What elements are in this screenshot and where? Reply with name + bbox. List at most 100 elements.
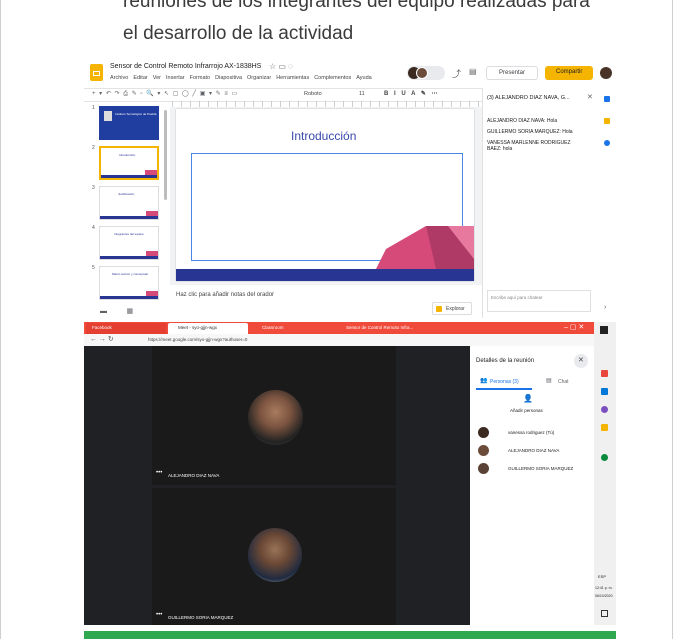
menu-herramientas[interactable]: Herramientas [276, 75, 309, 81]
notification-icon[interactable] [601, 610, 608, 617]
font-name-select[interactable]: Roboto [304, 91, 322, 97]
tab-classroom[interactable]: Classroom [252, 323, 332, 334]
taskbar-app-icon[interactable] [601, 454, 608, 461]
side-panel-icons: › [598, 88, 616, 318]
menu-diapositiva[interactable]: Diapositiva [215, 75, 242, 81]
taskbar-app-icon[interactable] [601, 424, 608, 431]
close-icon[interactable]: ✕ [587, 93, 593, 101]
account-avatar[interactable] [600, 67, 612, 79]
menu-formato[interactable]: Formato [190, 75, 210, 81]
slides-header: Sensor de Control Remoto Infrarrojo AX-1… [84, 60, 616, 88]
taskbar-app-icon[interactable] [601, 388, 608, 395]
grid-view-icon[interactable]: ▬ ▦ [100, 307, 133, 315]
document-paragraph: reuniones de los integrantes del equipo … [123, 0, 623, 50]
chat-message: ALEJANDRO DIAZ NAVA: Hola [487, 118, 558, 124]
tile-name: GUILLERMO SORIA MARQUEZ [168, 615, 234, 620]
font-size-field[interactable]: 11 [359, 91, 365, 97]
menu-ver[interactable]: Ver [153, 75, 161, 81]
text-format-icons[interactable]: B I U A ✎ ⋯ [384, 90, 440, 97]
participant-name: ALEJANDRO DIAZ NAVA [508, 448, 560, 453]
add-people-label[interactable]: Añadir personas [510, 408, 543, 413]
more-icon[interactable]: ••• [156, 612, 162, 618]
filmstrip-scrollbar[interactable] [164, 110, 167, 200]
participant-name: vanessa rodriguez (Tú) [508, 430, 555, 435]
video-tile-2: ••• GUILLERMO SORIA MARQUEZ [84, 488, 467, 625]
avatar [416, 67, 428, 79]
page-border-right [672, 0, 673, 639]
thumb-number: 2 [92, 145, 95, 151]
collaborator-avatars[interactable] [407, 66, 445, 80]
presentation-title[interactable]: Sensor de Control Remoto Infrarrojo AX-1… [110, 63, 261, 70]
chat-message: GUILLERMO SORIA MARQUEZ: Hola [487, 129, 573, 135]
calendar-icon[interactable] [604, 96, 610, 102]
present-label: Presentar [499, 70, 526, 76]
menu-organizar[interactable]: Organizar [247, 75, 271, 81]
chevron-right-icon[interactable]: › [604, 304, 606, 311]
avatar [478, 445, 489, 456]
menu-insertar[interactable]: Insertar [166, 75, 185, 81]
participant-row[interactable]: ALEJANDRO DIAZ NAVA [474, 444, 590, 458]
thumb-number: 3 [92, 185, 95, 191]
slides-screenshot: Sensor de Control Remoto Infrarrojo AX-1… [84, 60, 616, 318]
tab-chat[interactable]: ▤ Chat [536, 376, 588, 388]
menu-ayuda[interactable]: Ayuda [356, 75, 372, 81]
share-button[interactable]: Compartir [545, 66, 593, 80]
thumb-number: 1 [92, 105, 95, 111]
comments-icon[interactable]: ▤ [469, 67, 477, 76]
slides-logo-icon [90, 64, 103, 81]
participant-row[interactable]: GUILLERMO SORIA MARQUEZ [474, 462, 590, 476]
thumbnail-3[interactable]: Justificación [99, 186, 159, 220]
taskbar-app-icon[interactable] [601, 406, 608, 413]
filmstrip: 1 Instituto Tecnológico de Puebla 2 Intr… [84, 102, 168, 318]
close-panel-button[interactable]: ✕ [574, 354, 588, 368]
windows-start-icon[interactable] [600, 326, 608, 334]
nav-icons[interactable]: ← → ↻ [90, 335, 114, 343]
menu-bar: Archivo Editar Ver Insertar Formato Diap… [110, 75, 372, 81]
slides-toolbar: + ▾ ↶ ↷ ⎙ ✎ ▫ 🔍 ▾ ↖ ▢ ◯ ╱ ▣ ▾ ✎ ≡ ▭ Robo… [84, 88, 484, 102]
paragraph-line: el desarrollo de la actividad [123, 23, 354, 44]
current-slide[interactable]: Introducción [176, 109, 474, 281]
tasks-icon[interactable] [604, 140, 610, 146]
tab-meet[interactable]: Meet - syo-gjjn-wgx [168, 323, 248, 334]
chat-input[interactable]: Escribe aquí para chatear [487, 290, 591, 312]
toolbar-tools-icon[interactable]: + ▾ ↶ ↷ ⎙ ✎ ▫ 🔍 ▾ ↖ ▢ ◯ ╱ ▣ ▾ ✎ ≡ ▭ [92, 90, 238, 98]
keep-icon[interactable] [604, 118, 610, 124]
taskbar-time: 12:41 p. m. [595, 586, 613, 590]
speaker-notes[interactable]: Haz clic para añadir notas del orador [176, 292, 274, 298]
tab-slides[interactable]: Sensor de Control Remoto Infra... [336, 323, 416, 334]
menu-complementos[interactable]: Complementos [314, 75, 351, 81]
people-icon: 👥 [480, 378, 488, 384]
activity-icon[interactable]: ⤴ [452, 67, 461, 80]
tab-people[interactable]: 👥 Personas (3) [476, 376, 532, 390]
more-icon[interactable]: ••• [156, 470, 162, 476]
thumbnail-5[interactable]: Marco teórico y conceptual [99, 266, 159, 300]
participant-row[interactable]: vanessa rodriguez (Tú) [474, 426, 590, 440]
url-field[interactable]: https://meet.google.com/syo-gjjn-wgx?aut… [148, 337, 247, 342]
address-bar: ← → ↻ https://meet.google.com/syo-gjjn-w… [84, 334, 616, 346]
explore-button[interactable]: Explorar [432, 302, 472, 315]
thumb-title: Introducción [119, 153, 136, 157]
thumb-title: Marco teórico y conceptual [112, 272, 148, 276]
menu-editar[interactable]: Editar [133, 75, 147, 81]
tab-label: Classroom [262, 325, 284, 330]
people-tab-label: Personas (3) [490, 379, 519, 385]
thumbnail-4[interactable]: Integrantes del equipo [99, 226, 159, 260]
thumb-title: Integrantes del equipo [114, 232, 144, 236]
add-person-icon[interactable]: 👤 [523, 394, 533, 403]
meet-screenshot: Facebook Meet - syo-gjjn-wgx Classroom S… [84, 322, 616, 625]
thumbnail-2[interactable]: Introducción [99, 146, 159, 180]
window-controls-icon[interactable]: – ▢ ✕ [564, 323, 584, 331]
thumb-number: 4 [92, 225, 95, 231]
next-screenshot-strip [84, 631, 616, 639]
explore-icon [436, 306, 442, 312]
participant-video [248, 390, 303, 445]
present-button[interactable]: Presentar [486, 66, 538, 80]
chat-tab-label: Chat [558, 379, 569, 385]
taskbar-lang: ESP [598, 574, 607, 579]
tab-facebook[interactable]: Facebook [86, 323, 166, 334]
thumbnail-1[interactable]: Instituto Tecnológico de Puebla [99, 106, 159, 140]
taskbar-app-icon[interactable] [601, 370, 608, 377]
menu-archivo[interactable]: Archivo [110, 75, 128, 81]
avatar [478, 463, 489, 474]
star-icon[interactable]: ☆ ▭ ◌ [269, 62, 293, 71]
